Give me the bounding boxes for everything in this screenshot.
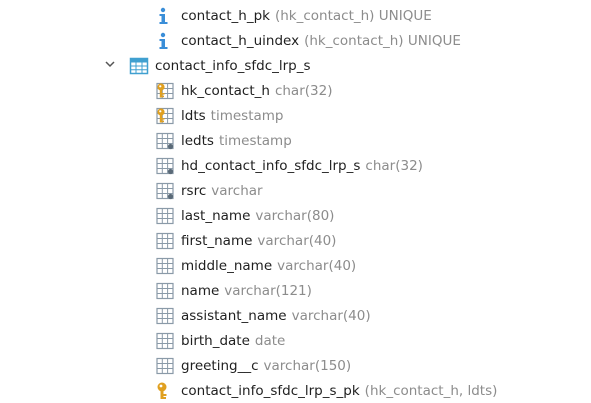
index-name: contact_h_uindex — [181, 32, 300, 49]
column-name: ledts — [181, 132, 214, 149]
column-type: varchar(121) — [224, 282, 312, 299]
column-icon — [155, 206, 175, 226]
column-icon — [155, 231, 175, 251]
column-icon — [155, 281, 175, 301]
column-type: varchar(40) — [277, 257, 357, 274]
column-notnull-icon — [155, 156, 175, 176]
column-name: name — [181, 282, 220, 299]
column-name: hk_contact_h — [181, 82, 270, 99]
index-info-icon — [155, 31, 175, 51]
column-type: char(32) — [365, 157, 423, 174]
tree-node-column[interactable]: name varchar(121) — [155, 278, 312, 303]
column-type: varchar(150) — [263, 357, 352, 374]
tree-node-column[interactable]: hd_contact_info_sfdc_lrp_s char(32) — [155, 153, 423, 178]
table-icon — [129, 56, 149, 76]
key-icon — [155, 381, 175, 401]
tree-node-column[interactable]: assistant_name varchar(40) — [155, 303, 371, 328]
column-type: date — [254, 332, 286, 349]
primary-key-name: contact_info_sfdc_lrp_s_pk — [181, 382, 360, 399]
tree-node-column[interactable]: last_name varchar(80) — [155, 203, 334, 228]
column-name: middle_name — [181, 257, 273, 274]
index-detail: (hk_contact_h) UNIQUE — [274, 7, 432, 24]
column-type: varchar(40) — [291, 307, 371, 324]
database-tree: contact_h_pk (hk_contact_h) UNIQUE conta… — [0, 0, 591, 403]
primary-key-detail: (hk_contact_h, ldts) — [364, 382, 498, 399]
table-name: contact_info_sfdc_lrp_s — [155, 57, 311, 74]
column-icon — [155, 306, 175, 326]
column-type: char(32) — [274, 82, 333, 99]
tree-node-column[interactable]: birth_date date — [155, 328, 285, 353]
column-icon — [155, 356, 175, 376]
tree-node-index-contact-h-pk[interactable]: contact_h_pk (hk_contact_h) UNIQUE — [155, 3, 432, 28]
column-type: varchar(80) — [255, 207, 335, 224]
tree-node-column[interactable]: ledts timestamp — [155, 128, 292, 153]
primary-key-column-icon — [155, 81, 175, 101]
column-name: birth_date — [181, 332, 250, 349]
tree-node-table-contact-info-sfdc-lrp-s[interactable]: contact_info_sfdc_lrp_s — [129, 53, 311, 78]
column-name: assistant_name — [181, 307, 287, 324]
column-name: ldts — [181, 107, 206, 124]
index-info-icon — [155, 6, 175, 26]
column-name: hd_contact_info_sfdc_lrp_s — [181, 157, 361, 174]
tree-node-column[interactable]: greeting__c varchar(150) — [155, 353, 351, 378]
tree-node-column[interactable]: middle_name varchar(40) — [155, 253, 356, 278]
column-name: rsrc — [181, 182, 207, 199]
column-name: greeting__c — [181, 357, 259, 374]
primary-key-column-icon — [155, 106, 175, 126]
column-type: timestamp — [218, 132, 292, 149]
column-type: varchar — [211, 182, 263, 199]
column-name: last_name — [181, 207, 251, 224]
tree-node-column[interactable]: hk_contact_h char(32) — [155, 78, 332, 103]
column-name: first_name — [181, 232, 253, 249]
chevron-down-icon[interactable] — [102, 56, 118, 72]
index-detail: (hk_contact_h) UNIQUE — [304, 32, 461, 49]
tree-node-primary-key[interactable]: contact_info_sfdc_lrp_s_pk (hk_contact_h… — [155, 378, 497, 403]
tree-node-index-contact-h-uindex[interactable]: contact_h_uindex (hk_contact_h) UNIQUE — [155, 28, 461, 53]
column-notnull-icon — [155, 131, 175, 151]
column-type: varchar(40) — [257, 232, 337, 249]
tree-node-column[interactable]: first_name varchar(40) — [155, 228, 336, 253]
index-name: contact_h_pk — [181, 7, 270, 24]
tree-node-column[interactable]: rsrc varchar — [155, 178, 263, 203]
column-icon — [155, 331, 175, 351]
column-type: timestamp — [210, 107, 284, 124]
column-notnull-icon — [155, 181, 175, 201]
column-icon — [155, 256, 175, 276]
tree-node-column[interactable]: ldts timestamp — [155, 103, 283, 128]
